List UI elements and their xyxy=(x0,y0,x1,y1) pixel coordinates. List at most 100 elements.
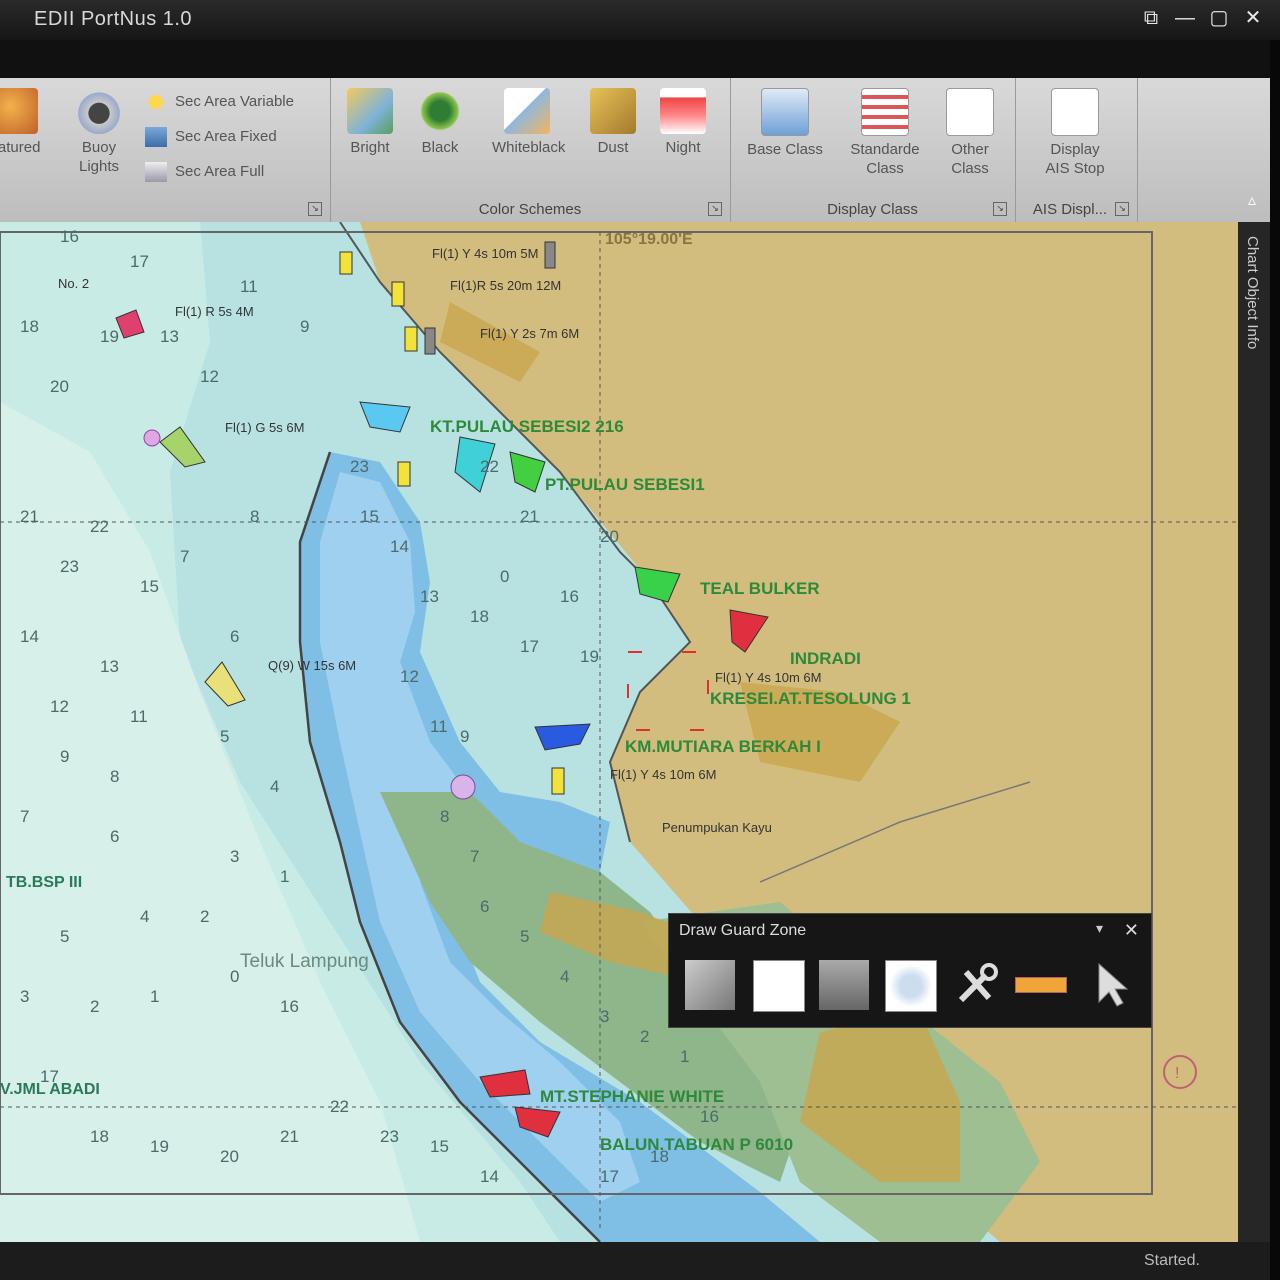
whiteblack-label: Whiteblack xyxy=(492,139,566,156)
depth-sounding: 23 xyxy=(380,1127,399,1146)
vessel-label-6: TB.BSP III xyxy=(6,874,82,891)
display-ais-stop-button[interactable]: Display AIS Stop xyxy=(1040,88,1110,178)
dialog-launcher-icon[interactable]: ↘ xyxy=(708,202,722,216)
chart-map[interactable]: ! 105°19.00'E KT.PULAU SEBESI2 216 PT.PU… xyxy=(0,222,1238,1242)
svg-text:Fl(1) Y 2s 7m 6M: Fl(1) Y 2s 7m 6M xyxy=(480,326,579,341)
other-class-button[interactable]: Other Class xyxy=(935,88,1005,178)
depth-sounding: 2 xyxy=(640,1027,649,1046)
base-class-icon xyxy=(761,88,809,136)
depth-sounding: 16 xyxy=(560,587,579,606)
bright-button[interactable]: Bright xyxy=(335,88,405,157)
depth-sounding: 18 xyxy=(470,607,489,626)
pin-icon[interactable]: ▾ xyxy=(1096,920,1103,937)
depth-sounding: 6 xyxy=(110,827,119,846)
depth-sounding: 23 xyxy=(60,557,79,576)
menu-strip xyxy=(0,40,1280,78)
whiteblack-button[interactable]: Whiteblack xyxy=(492,88,566,157)
depth-sounding: 1 xyxy=(280,867,289,886)
area-icon xyxy=(145,162,167,182)
depth-sounding: 19 xyxy=(100,327,119,346)
vessel-label-2: TEAL BULKER xyxy=(700,579,820,598)
vessel-label-8: MT.STEPHANIE WHITE xyxy=(540,1087,724,1106)
depth-sounding: 16 xyxy=(280,997,299,1016)
longitude-label: 105°19.00'E xyxy=(605,231,693,248)
depth-sounding: 0 xyxy=(230,967,239,986)
depth-sounding: 5 xyxy=(60,927,69,946)
depth-sounding: 1 xyxy=(680,1047,689,1066)
svg-text:Q(9) W 15s 6M: Q(9) W 15s 6M xyxy=(268,658,356,673)
dust-scheme-icon xyxy=(590,88,636,134)
chart-object-info-panel[interactable]: Chart Object Info xyxy=(1238,222,1270,1242)
vessel-label-9: BALUN.TABUAN P 6010 xyxy=(600,1135,793,1154)
dialog-launcher-icon[interactable]: ↘ xyxy=(308,202,322,216)
svg-text:Fl(1) Y 4s 10m 6M: Fl(1) Y 4s 10m 6M xyxy=(610,767,716,782)
depth-sounding: 11 xyxy=(240,277,258,296)
guard-zone-title: Draw Guard Zone xyxy=(679,922,807,939)
save-zone-icon[interactable] xyxy=(819,960,869,1010)
restore-icon[interactable]: ⧉ xyxy=(1138,6,1164,30)
svg-text:!: ! xyxy=(1175,1065,1179,1082)
svg-text:No. 2: No. 2 xyxy=(58,276,89,291)
depth-sounding: 20 xyxy=(50,377,69,396)
depth-sounding: 22 xyxy=(330,1097,349,1116)
buoy-lights-button[interactable]: Buoy Lights xyxy=(64,88,134,176)
standard-class-label: Standarde Class xyxy=(850,141,920,177)
status-bar: Started. xyxy=(0,1242,1270,1280)
sec-area-fixed-button[interactable]: Sec Area Fixed xyxy=(145,127,277,155)
dust-button[interactable]: Dust xyxy=(578,88,648,157)
pointer-icon[interactable] xyxy=(1089,960,1139,1010)
minimize-button[interactable]: — xyxy=(1172,6,1198,30)
night-button[interactable]: Night xyxy=(648,88,718,157)
bulb-icon xyxy=(145,92,167,112)
depth-sounding: 15 xyxy=(430,1137,449,1156)
maximize-button[interactable]: ▢ xyxy=(1206,6,1232,30)
svg-text:Teluk Lampung: Teluk Lampung xyxy=(240,951,369,972)
depth-sounding: 21 xyxy=(280,1127,299,1146)
night-label: Night xyxy=(665,139,701,156)
buoy-icon xyxy=(76,88,122,134)
vessel-label-3: INDRADI xyxy=(790,649,861,668)
other-class-icon xyxy=(946,88,994,136)
close-icon[interactable]: ✕ xyxy=(1124,920,1139,941)
depth-sounding: 8 xyxy=(440,807,449,826)
depth-sounding: 4 xyxy=(140,907,149,926)
ribbon: eatured Buoy Lights Sec Area Variable Se… xyxy=(0,78,1270,223)
depth-sounding: 6 xyxy=(480,897,489,916)
dialog-launcher-icon[interactable]: ↘ xyxy=(1115,202,1129,216)
vessel-label-5: KM.MUTIARA BERKAH I xyxy=(625,737,821,756)
app-title: EDII PortNus 1.0 xyxy=(34,8,193,30)
vessel-label-0: KT.PULAU SEBESI2 216 xyxy=(430,417,624,436)
base-class-button[interactable]: Base Class xyxy=(745,88,825,159)
nautical-chart[interactable]: ! 105°19.00'E KT.PULAU SEBESI2 216 PT.PU… xyxy=(0,222,1238,1242)
collapse-ribbon-icon[interactable]: ▵ xyxy=(1248,190,1256,210)
zone-shape-icon[interactable] xyxy=(885,960,937,1012)
sec-area-variable-button[interactable]: Sec Area Variable xyxy=(145,92,294,120)
featured-icon xyxy=(0,88,38,134)
depth-sounding: 3 xyxy=(20,987,29,1006)
sec-area-full-label: Sec Area Full xyxy=(175,162,265,180)
depth-sounding: 5 xyxy=(220,727,229,746)
eraser-icon[interactable] xyxy=(1015,960,1067,1010)
title-bar: EDII PortNus 1.0 ⧉ — ▢ ✕ xyxy=(0,0,1280,40)
depth-sounding: 4 xyxy=(270,777,279,796)
black-button[interactable]: Black xyxy=(405,88,475,157)
depth-sounding: 18 xyxy=(20,317,39,336)
tools-icon[interactable] xyxy=(951,960,1001,1010)
sec-area-full-button[interactable]: Sec Area Full xyxy=(145,162,264,190)
whiteblack-scheme-icon xyxy=(504,88,550,134)
close-button[interactable]: ✕ xyxy=(1240,6,1266,30)
draw-polyline-icon[interactable] xyxy=(753,960,805,1012)
depth-sounding: 17 xyxy=(130,252,149,271)
copy-zone-icon[interactable] xyxy=(685,960,735,1010)
vessel-label-1: PT.PULAU SEBESI1 xyxy=(545,475,705,494)
depth-sounding: 11 xyxy=(430,717,448,736)
standard-class-button[interactable]: Standarde Class xyxy=(842,88,928,178)
featured-button[interactable]: eatured xyxy=(0,88,50,157)
depth-sounding: 13 xyxy=(160,327,179,346)
depth-sounding: 22 xyxy=(480,457,499,476)
dust-label: Dust xyxy=(597,139,629,156)
sec-area-fixed-label: Sec Area Fixed xyxy=(175,127,277,145)
depth-sounding: 12 xyxy=(400,667,419,686)
depth-sounding: 6 xyxy=(230,627,239,646)
depth-sounding: 3 xyxy=(230,847,239,866)
